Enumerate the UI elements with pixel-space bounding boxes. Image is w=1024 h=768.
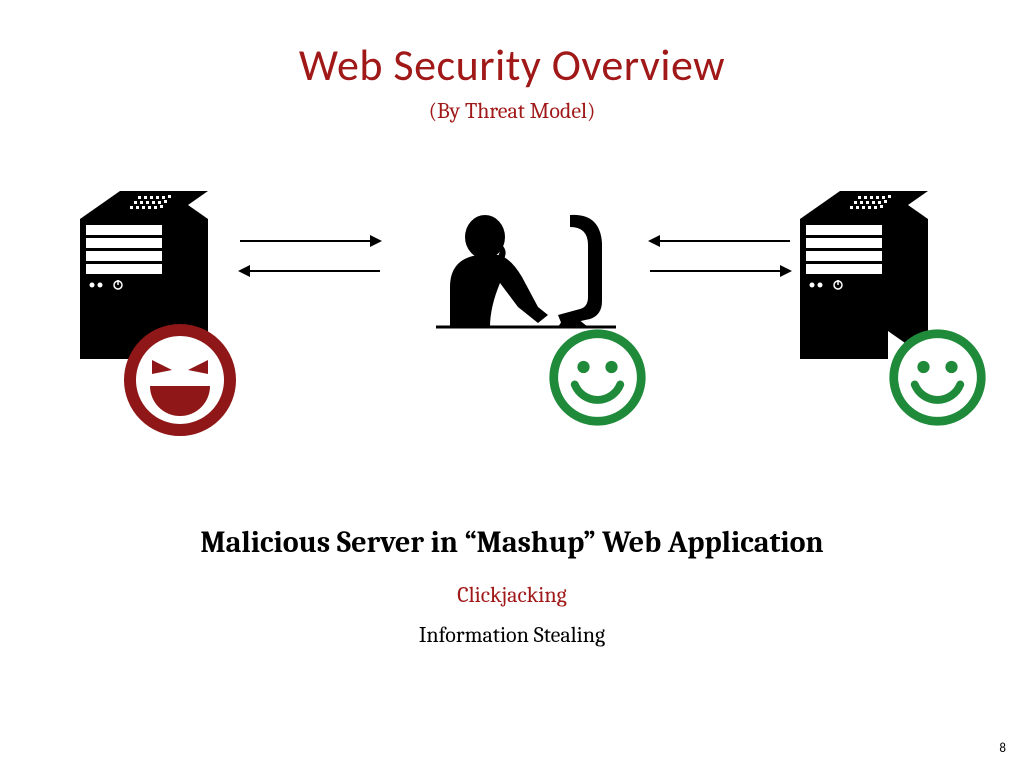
slide-title: Web Security Overview [0,0,1024,92]
bidirectional-arrows-left-icon [230,227,390,291]
threat-info-stealing: Information Stealing [0,622,1024,648]
user-smiley-icon [545,325,650,434]
evil-face-icon [120,320,240,444]
threat-diagram [0,175,1024,465]
good-server-smiley-icon [885,325,990,434]
scenario-heading: Malicious Server in “Mashup” Web Applica… [0,525,1024,560]
page-number: 8 [999,741,1006,756]
threat-clickjacking: Clickjacking [0,582,1024,608]
bidirectional-arrows-right-icon [640,227,800,291]
slide-subtitle: (By Threat Model) [0,98,1024,124]
